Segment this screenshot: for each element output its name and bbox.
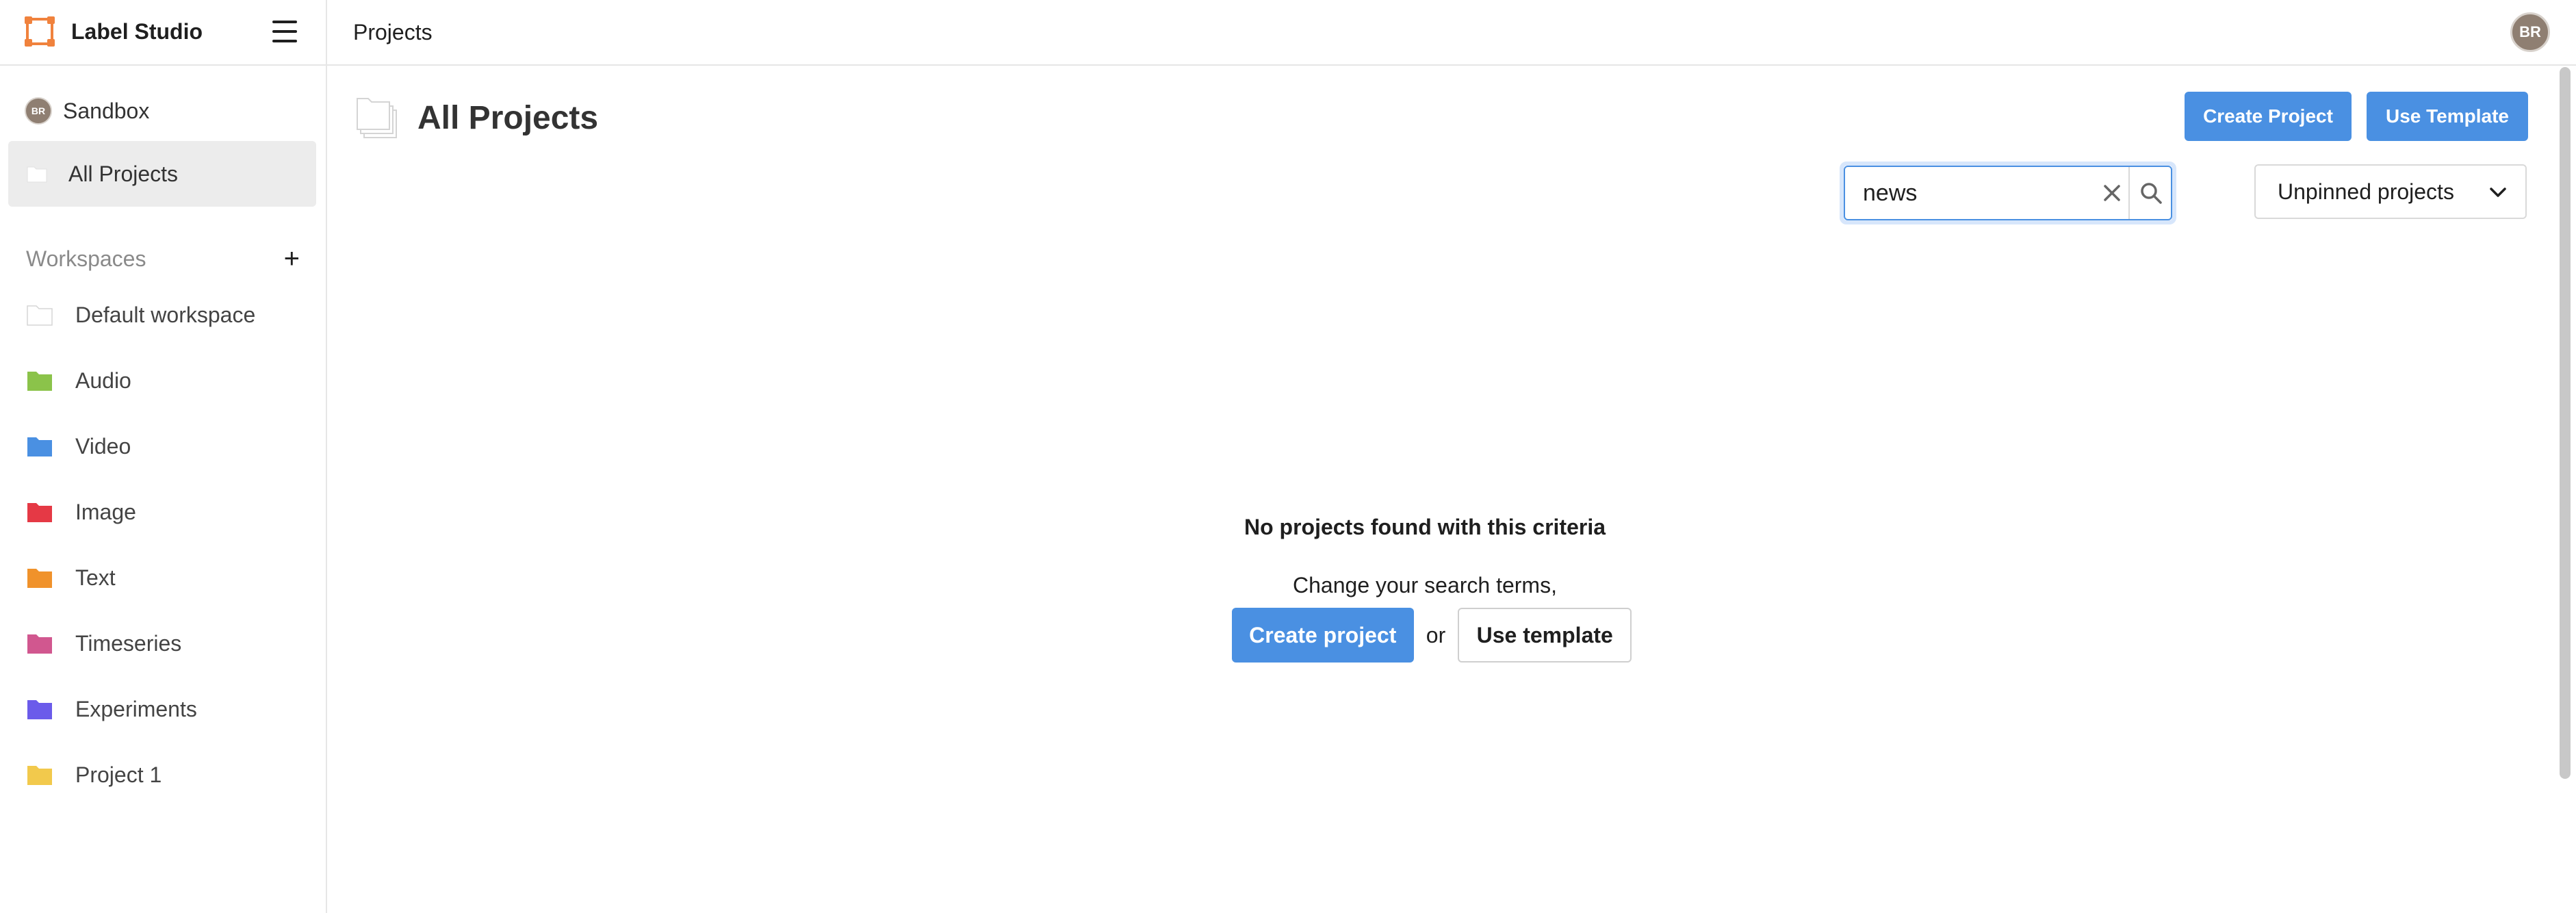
folders-icon <box>357 98 397 138</box>
empty-create-project-button[interactable]: Create project <box>1231 608 1414 663</box>
brand-area: Label Studio <box>0 0 327 64</box>
sidebar-item-label: Experiments <box>75 696 197 721</box>
sidebar-item-image[interactable]: Image <box>26 491 313 532</box>
avatar: BR <box>25 97 52 125</box>
sidebar-item-audio[interactable]: Audio <box>26 360 313 401</box>
sidebar-item-text[interactable]: Text <box>26 557 313 598</box>
page-header: All Projects <box>355 94 598 141</box>
folder-icon <box>27 305 53 326</box>
folder-icon <box>27 166 47 183</box>
search-box <box>1840 162 2176 224</box>
use-template-button[interactable]: Use Template <box>2367 92 2528 141</box>
workspaces-header: Workspaces + <box>26 242 300 275</box>
empty-state-actions: Create project or Use template <box>1172 608 1678 663</box>
chevron-down-icon <box>2490 188 2506 197</box>
empty-use-template-button[interactable]: Use template <box>1458 608 1632 663</box>
filter-selected-value: Unpinned projects <box>2278 179 2454 204</box>
sidebar-item-label: Text <box>75 565 116 590</box>
user-avatar[interactable]: BR <box>2510 12 2550 52</box>
sidebar-item-experiments[interactable]: Experiments <box>26 689 313 730</box>
vertical-scrollbar[interactable] <box>2560 67 2571 779</box>
sidebar-item-label: Video <box>75 433 131 459</box>
sidebar-item-timeseries[interactable]: Timeseries <box>26 623 313 664</box>
workspaces-title: Workspaces <box>26 246 146 271</box>
search-field <box>1844 166 2172 220</box>
empty-state-hint: Change your search terms, <box>1293 573 1557 597</box>
page-title: All Projects <box>417 99 599 136</box>
folder-icon <box>27 569 52 588</box>
folder-icon <box>27 634 52 654</box>
top-bar: Label Studio Projects BR <box>0 0 2576 66</box>
empty-state: No projects found with this criteria Cha… <box>1172 515 1678 663</box>
or-text: or <box>1426 622 1446 647</box>
sidebar-item-default-workspace[interactable]: Default workspace <box>26 294 313 335</box>
sidebar-item-all-projects[interactable]: All Projects <box>8 141 316 207</box>
sidebar-item-label: Default workspace <box>75 302 256 327</box>
empty-state-title: No projects found with this criteria <box>1244 515 1606 539</box>
app-name: Label Studio <box>71 19 203 44</box>
folder-icon <box>27 700 52 719</box>
sidebar-item-video[interactable]: Video <box>26 426 313 467</box>
close-icon[interactable] <box>2098 179 2126 207</box>
sidebar-item-label: Audio <box>75 368 131 393</box>
folder-icon <box>27 766 52 785</box>
hamburger-menu-icon[interactable] <box>270 18 300 45</box>
create-project-button[interactable]: Create Project <box>2185 92 2352 141</box>
sidebar-item-label: Project 1 <box>75 762 162 787</box>
label-studio-logo-icon[interactable] <box>23 15 56 48</box>
sidebar-item-sandbox[interactable]: BR Sandbox <box>8 78 316 144</box>
search-icon <box>2141 183 2162 204</box>
sidebar: BR Sandbox All Projects Workspaces + Def… <box>0 66 327 913</box>
sidebar-item-label: Sandbox <box>63 98 150 123</box>
folder-icon <box>27 437 52 456</box>
sidebar-item-label: All Projects <box>68 161 179 186</box>
add-workspace-button[interactable]: + <box>284 245 300 272</box>
search-input[interactable] <box>1863 179 2109 207</box>
search-button[interactable] <box>2128 167 2172 219</box>
breadcrumb[interactable]: Projects <box>353 20 433 45</box>
sidebar-item-project-1[interactable]: Project 1 <box>26 754 313 795</box>
folder-icon <box>27 372 52 391</box>
sidebar-item-label: Image <box>75 499 136 524</box>
project-filter-select[interactable]: Unpinned projects <box>2254 164 2527 219</box>
sidebar-item-label: Timeseries <box>75 630 182 656</box>
folder-icon <box>27 503 52 522</box>
main-content: All Projects Create Project Use Template… <box>329 66 2576 913</box>
